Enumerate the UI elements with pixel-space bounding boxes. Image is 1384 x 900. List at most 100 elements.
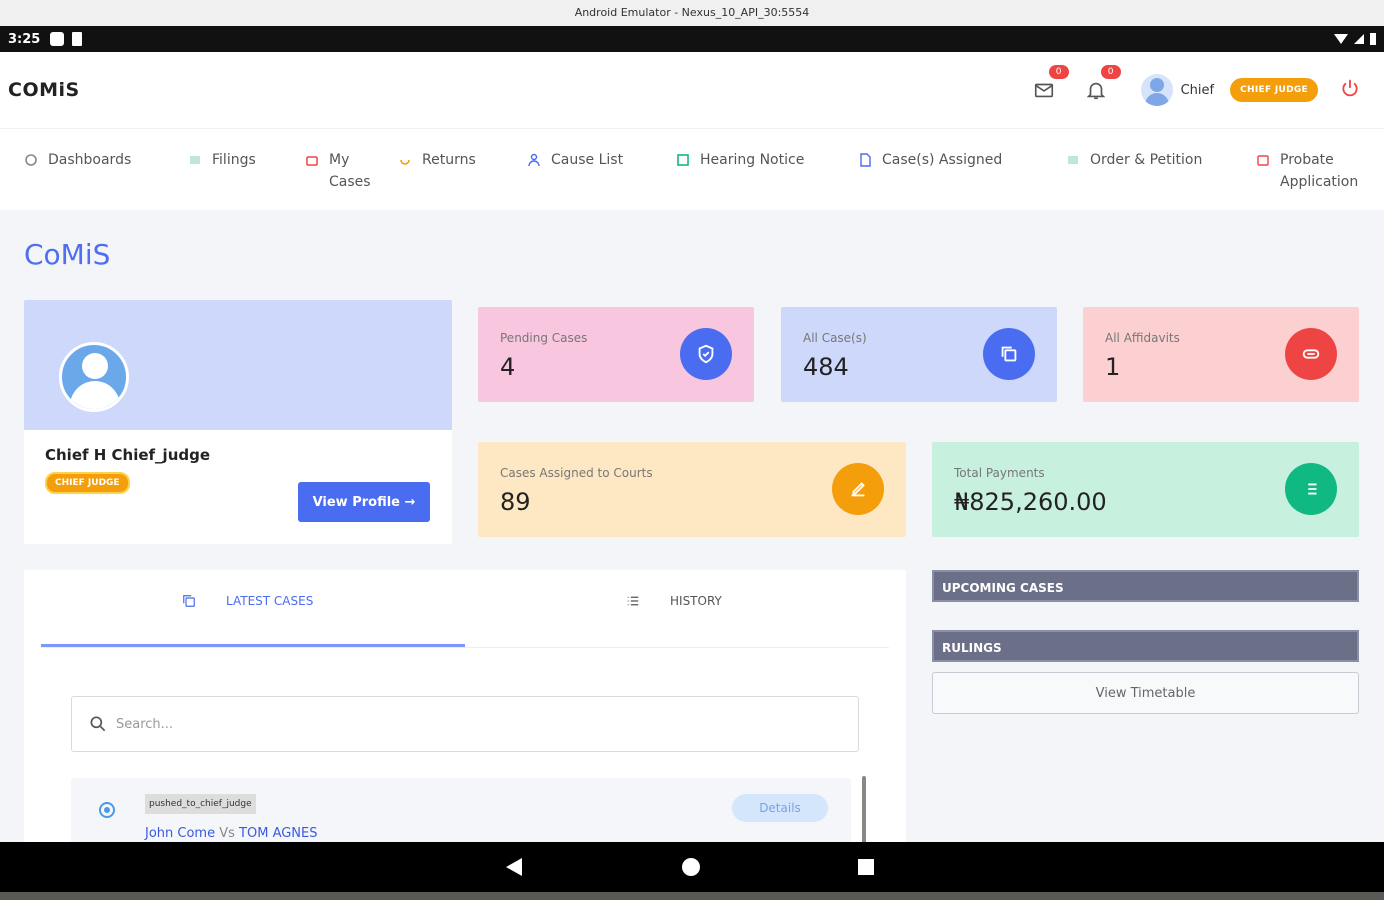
notification-icon xyxy=(50,32,65,46)
edit-icon xyxy=(832,463,884,515)
case-status-badge: pushed_to_chief_judge xyxy=(145,794,256,814)
search-input[interactable] xyxy=(116,716,716,732)
nav-label: Case(s) Assigned xyxy=(882,152,1003,168)
list-icon xyxy=(1285,463,1337,515)
nav-item-my-cases[interactable]: My Cases xyxy=(305,149,379,193)
stat-label: Total Payments xyxy=(954,466,1045,480)
user-name: Chief xyxy=(1180,82,1215,98)
tab-latest-cases[interactable]: LATEST CASES xyxy=(180,592,313,610)
stat-label: Pending Cases xyxy=(500,331,588,345)
recents-icon[interactable] xyxy=(858,859,874,875)
nav-item-cases-assigned[interactable]: Case(s) Assigned xyxy=(858,149,1002,171)
nav-label: My Cases xyxy=(329,152,371,190)
stat-value: 4 xyxy=(500,353,516,381)
battery-icon xyxy=(1370,33,1376,45)
rulings-header[interactable]: RULINGS xyxy=(932,630,1359,662)
nav-item-hearing-notice[interactable]: Hearing Notice xyxy=(676,149,804,171)
user-icon xyxy=(528,153,540,167)
brand-logo[interactable]: COMiS xyxy=(8,79,80,101)
nav-label: Hearing Notice xyxy=(700,152,805,168)
case-select-radio[interactable] xyxy=(99,802,115,818)
main-nav: Dashboards Filings My Cases Returns Caus… xyxy=(0,128,1384,210)
view-timetable-button[interactable]: View Timetable xyxy=(932,672,1359,714)
case-vs: Vs xyxy=(219,826,235,841)
profile-role-badge: CHIEF JUDGE xyxy=(45,472,130,494)
dashboard-icon xyxy=(25,154,37,166)
profile-banner xyxy=(24,300,452,430)
stat-card-all-affidavits[interactable]: All Affidavits 1 xyxy=(1083,307,1359,402)
power-icon xyxy=(1342,79,1358,97)
mail-button[interactable]: 0 xyxy=(1029,65,1069,105)
cases-tabs-card: LATEST CASES HISTORY pushed_to_chief_jud… xyxy=(24,570,906,842)
stat-value: ₦825,260.00 xyxy=(954,488,1107,516)
profile-name: Chief H Chief_judge xyxy=(45,446,211,464)
copy-icon xyxy=(183,595,195,607)
nav-label: Cause List xyxy=(551,152,624,168)
stat-value: 484 xyxy=(803,353,849,381)
returns-icon xyxy=(400,159,410,165)
case-title[interactable]: John Come Vs TOM AGNES xyxy=(145,826,318,841)
stat-label: All Case(s) xyxy=(803,331,867,345)
android-status-bar: 3:25 xyxy=(0,26,1384,52)
page-title: CoMiS xyxy=(24,238,111,271)
briefcase-icon xyxy=(306,156,318,166)
tab-label: LATEST CASES xyxy=(226,594,314,608)
home-icon[interactable] xyxy=(682,858,700,876)
bell-icon xyxy=(1086,82,1105,100)
nav-item-returns[interactable]: Returns xyxy=(398,149,476,171)
stat-label: All Affidavits xyxy=(1105,331,1180,345)
shield-icon xyxy=(680,328,732,380)
bell-badge: 0 xyxy=(1100,65,1121,79)
stat-card-all-cases[interactable]: All Case(s) 484 xyxy=(781,307,1057,402)
search-icon xyxy=(90,716,106,732)
avatar xyxy=(1140,74,1173,106)
details-button[interactable]: Details xyxy=(732,794,828,822)
stat-card-pending-cases[interactable]: Pending Cases 4 xyxy=(478,307,754,402)
mail-badge: 0 xyxy=(1048,65,1069,79)
role-badge: CHIEF JUDGE xyxy=(1230,78,1318,102)
list-icon xyxy=(627,596,639,606)
notifications-button[interactable]: 0 xyxy=(1081,65,1121,105)
nav-label: Filings xyxy=(212,152,256,168)
nav-item-dashboards[interactable]: Dashboards xyxy=(24,149,131,171)
signal-icon xyxy=(1354,34,1364,44)
link-icon xyxy=(1285,328,1337,380)
tab-label: HISTORY xyxy=(670,594,722,608)
user-menu[interactable]: Chief xyxy=(1140,74,1231,106)
wifi-icon xyxy=(1334,34,1348,44)
nav-label: Dashboards xyxy=(48,152,132,168)
stat-card-total-payments[interactable]: Total Payments ₦825,260.00 xyxy=(932,442,1359,537)
probate-icon xyxy=(1257,155,1269,166)
profile-avatar xyxy=(59,342,129,412)
view-profile-button[interactable]: View Profile → xyxy=(298,482,430,522)
top-header: COMiS 0 0 Chief CHIEF JUDGE xyxy=(0,52,1384,128)
sd-card-icon xyxy=(72,32,83,46)
nav-item-cause-list[interactable]: Cause List xyxy=(527,149,623,171)
android-nav-bar xyxy=(0,842,1384,892)
nav-item-order-petition[interactable]: Order & Petition xyxy=(1066,149,1202,171)
case-party-a: John Come xyxy=(145,826,216,841)
tab-history[interactable]: HISTORY xyxy=(624,592,722,610)
nav-item-probate-application[interactable]: Probate Application xyxy=(1256,149,1380,193)
status-time: 3:25 xyxy=(8,31,41,47)
notice-icon xyxy=(677,154,689,166)
search-field[interactable] xyxy=(71,696,859,752)
back-icon[interactable] xyxy=(506,858,522,876)
nav-item-filings[interactable]: Filings xyxy=(188,149,256,171)
list-scrollbar[interactable] xyxy=(862,776,866,842)
mail-icon xyxy=(1034,83,1053,98)
filings-icon xyxy=(190,156,200,164)
nav-label: Order & Petition xyxy=(1090,152,1203,168)
upcoming-cases-header[interactable]: UPCOMING CASES xyxy=(932,570,1359,602)
stat-label: Cases Assigned to Courts xyxy=(500,466,653,480)
logout-button[interactable] xyxy=(1340,78,1360,102)
case-party-b: TOM AGNES xyxy=(239,826,318,841)
stat-value: 1 xyxy=(1105,353,1121,381)
nav-label: Returns xyxy=(422,152,476,168)
app-viewport: COMiS 0 0 Chief CHIEF JUDGE Dashboards F… xyxy=(0,52,1384,842)
case-list-item[interactable]: pushed_to_chief_judge John Come Vs TOM A… xyxy=(71,778,851,842)
desktop-background xyxy=(0,892,1384,900)
copy-icon xyxy=(983,328,1035,380)
stat-card-cases-assigned[interactable]: Cases Assigned to Courts 89 xyxy=(478,442,906,537)
tab-divider xyxy=(41,647,889,648)
